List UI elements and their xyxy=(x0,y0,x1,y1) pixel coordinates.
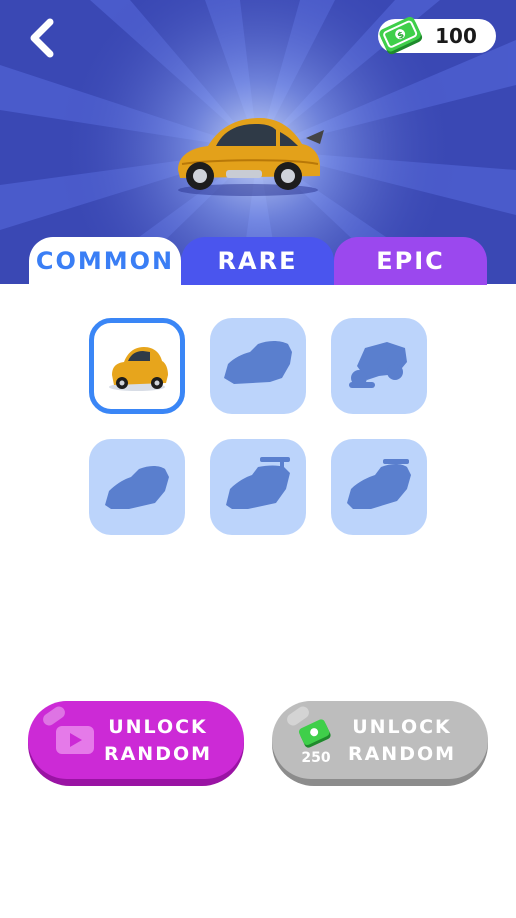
unlock-random-video-button[interactable]: UNLOCK RANDOM xyxy=(28,701,244,786)
chevron-left-icon xyxy=(30,18,54,58)
currency-amount: 100 xyxy=(435,24,477,48)
preview-car-image xyxy=(178,118,324,196)
car-slot-yellow-beetle[interactable] xyxy=(89,318,185,414)
unlock-random-cash-button[interactable]: 250 UNLOCK RANDOM xyxy=(272,701,488,786)
buggy-silhouette-icon xyxy=(349,342,407,388)
video-play-icon xyxy=(56,726,94,754)
coupe-silhouette-icon xyxy=(105,466,169,509)
car-slot-locked[interactable] xyxy=(210,439,306,535)
tab-common[interactable]: COMMON xyxy=(29,237,181,285)
unlock-random-label: UNLOCK RANDOM xyxy=(98,714,218,768)
tab-rare[interactable]: RARE xyxy=(181,237,334,285)
back-button[interactable] xyxy=(22,16,66,60)
sedan-silhouette-icon xyxy=(224,341,292,384)
car-slot-locked[interactable] xyxy=(89,439,185,535)
cash-icon: $ xyxy=(379,17,423,55)
car-slot-locked[interactable] xyxy=(210,318,306,414)
label-line-2: RANDOM xyxy=(103,743,213,765)
yellow-beetle-icon xyxy=(109,347,168,391)
label-line-1: UNLOCK xyxy=(108,716,208,738)
unlock-price: 250 xyxy=(301,750,331,766)
car-collection-screen: $ 100 COMMON RARE EPIC UNLOCK RANDOM 250… xyxy=(0,0,516,918)
car-slot-locked[interactable] xyxy=(331,318,427,414)
tab-epic[interactable]: EPIC xyxy=(334,237,487,285)
cash-icon xyxy=(298,719,331,748)
spoiler-car-silhouette-icon xyxy=(226,457,290,509)
unlock-random-label: UNLOCK RANDOM xyxy=(342,714,462,768)
car-slot-locked[interactable] xyxy=(331,439,427,535)
currency-counter: $ 100 xyxy=(378,17,496,55)
label-line-1: UNLOCK xyxy=(352,716,452,738)
label-line-2: RANDOM xyxy=(347,743,457,765)
sports-car-silhouette-icon xyxy=(347,459,411,509)
